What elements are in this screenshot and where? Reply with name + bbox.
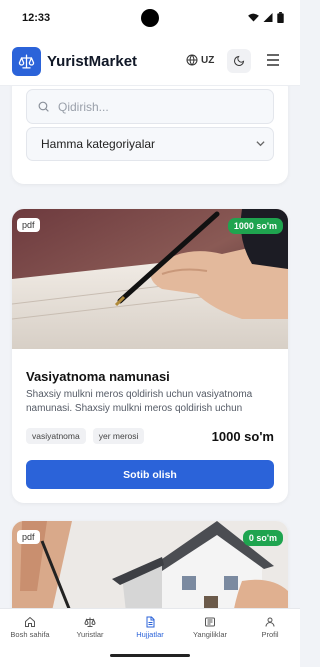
nav-label: Yangiliklar xyxy=(192,630,228,639)
search-box[interactable] xyxy=(26,89,274,124)
nav-label: Yuristlar xyxy=(76,630,104,639)
menu-button[interactable] xyxy=(266,53,284,69)
nav-item-profile[interactable]: Profil xyxy=(240,609,300,646)
chevron-down-icon xyxy=(256,141,265,147)
theme-toggle-button[interactable] xyxy=(227,49,251,73)
scales-icon xyxy=(84,617,96,627)
language-label: UZ xyxy=(201,54,215,66)
brand-name[interactable]: YuristMarket xyxy=(47,53,137,70)
nav-item-home[interactable]: Bosh sahifa xyxy=(0,609,60,646)
language-switcher[interactable]: UZ xyxy=(186,54,214,66)
search-icon xyxy=(38,101,49,112)
product-card[interactable]: pdf 1000 so'm Vasiyatnoma namunasi Shaxs… xyxy=(12,209,288,503)
product-image[interactable]: pdf 1000 so'm xyxy=(12,209,288,349)
logo[interactable] xyxy=(12,47,41,76)
nav-item-news[interactable]: Yangiliklar xyxy=(180,609,240,646)
product-description: Shaxsiy mulkni meros qoldirish uchun vas… xyxy=(26,389,253,414)
product-title[interactable]: Vasiyatnoma namunasi xyxy=(26,369,170,384)
signal-icon xyxy=(263,13,273,22)
hamburger-icon xyxy=(267,54,279,66)
file-type-badge: pdf xyxy=(17,218,40,232)
document-icon xyxy=(146,616,155,628)
nav-label: Bosh sahifa xyxy=(10,630,50,639)
search-input[interactable] xyxy=(58,99,248,114)
status-time: 12:33 xyxy=(22,12,51,24)
user-icon xyxy=(265,617,275,627)
newspaper-icon xyxy=(205,617,215,627)
gesture-bar xyxy=(0,646,300,667)
price-badge: 1000 so'm xyxy=(227,218,283,234)
status-bar: 12:33 xyxy=(0,0,300,38)
home-indicator[interactable] xyxy=(110,654,190,657)
product-image[interactable]: pdf 0 so'm xyxy=(12,521,288,608)
app-header: YuristMarket UZ xyxy=(0,38,300,86)
globe-icon xyxy=(186,54,198,66)
filter-card: Hamma kategoriyalar xyxy=(12,86,288,184)
nav-label: Profil xyxy=(261,630,279,639)
tag[interactable]: yer merosi xyxy=(92,428,145,444)
status-icons xyxy=(248,12,284,23)
main-content[interactable]: Hamma kategoriyalar xyxy=(0,86,300,608)
file-type-badge: pdf xyxy=(17,530,40,544)
buy-button[interactable]: Sotib olish xyxy=(26,460,274,489)
tag-list: vasiyatnoma yer merosi xyxy=(26,428,145,444)
product-price: 1000 so'm xyxy=(211,429,274,444)
category-selected-value: Hamma kategoriyalar xyxy=(41,137,156,151)
tag[interactable]: vasiyatnoma xyxy=(26,428,86,444)
battery-icon xyxy=(277,12,284,23)
category-select[interactable]: Hamma kategoriyalar xyxy=(26,127,274,161)
bottom-navigation: Bosh sahifa Yuristlar Hujjatlar Yangilik… xyxy=(0,608,300,646)
nav-item-documents[interactable]: Hujjatlar xyxy=(120,609,180,646)
price-badge: 0 so'm xyxy=(242,530,283,546)
nav-item-lawyers[interactable]: Yuristlar xyxy=(60,609,120,646)
moon-icon xyxy=(234,55,245,66)
home-icon xyxy=(25,616,35,627)
product-card[interactable]: pdf 0 so'm xyxy=(12,521,288,608)
scales-logo-icon xyxy=(18,54,35,69)
wifi-icon xyxy=(248,13,259,22)
camera-cutout xyxy=(141,9,159,27)
nav-label: Hujjatlar xyxy=(136,630,164,639)
